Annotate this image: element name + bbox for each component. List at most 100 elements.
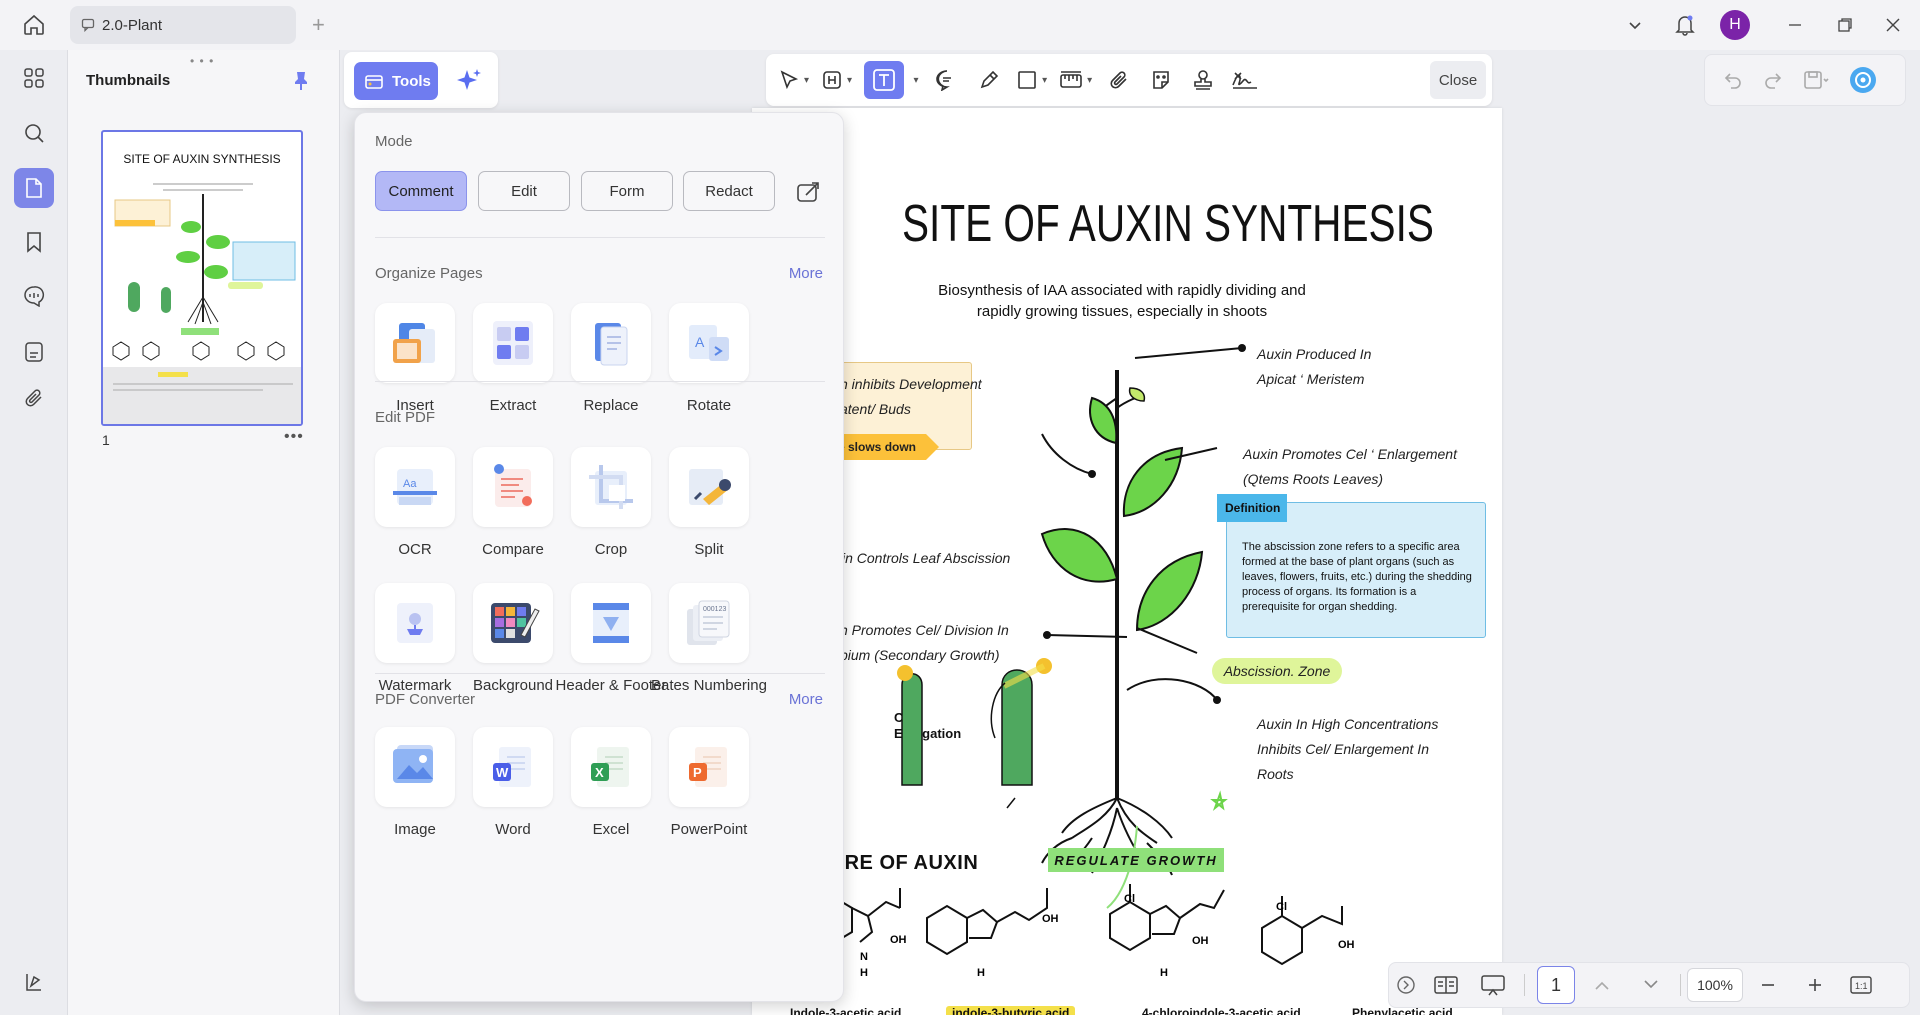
organize-pages-title: Organize Pages bbox=[375, 265, 483, 282]
more-options-button[interactable]: ••• bbox=[284, 428, 304, 446]
text-tool[interactable] bbox=[864, 61, 905, 99]
organize-more-link[interactable]: More bbox=[789, 265, 823, 282]
drag-handle[interactable]: • • • bbox=[190, 54, 214, 68]
ai-assistant-icon[interactable] bbox=[1849, 66, 1877, 94]
pen-icon bbox=[978, 69, 1000, 91]
shape-tool[interactable]: ▾ bbox=[1016, 61, 1047, 99]
zoom-in-icon[interactable] bbox=[1793, 977, 1837, 993]
document-tab[interactable]: 2.0-Plant bbox=[70, 6, 296, 44]
select-tool[interactable]: ▾ bbox=[778, 61, 809, 99]
page-icon bbox=[24, 177, 44, 199]
extract-pages-icon bbox=[485, 315, 541, 371]
rail-forms[interactable] bbox=[14, 332, 54, 372]
bell-icon[interactable] bbox=[1670, 8, 1700, 42]
pen-tool[interactable] bbox=[974, 61, 1004, 99]
pin-icon[interactable] bbox=[288, 68, 314, 94]
rail-attachments[interactable] bbox=[14, 378, 54, 418]
minimize-button[interactable] bbox=[1780, 8, 1810, 42]
zoom-level[interactable]: 100% bbox=[1687, 968, 1743, 1002]
highlight-icon bbox=[821, 69, 843, 91]
mode-comment-button[interactable]: Comment bbox=[375, 171, 467, 211]
tools-button[interactable]: Tools bbox=[354, 62, 438, 100]
svg-text:W: W bbox=[496, 765, 509, 780]
bookmark-icon bbox=[25, 231, 43, 253]
grid-icon bbox=[23, 67, 45, 89]
svg-text:X: X bbox=[595, 765, 604, 780]
rotate-icon: A bbox=[681, 315, 737, 371]
sticker-tool[interactable] bbox=[1146, 61, 1176, 99]
user-avatar[interactable]: H bbox=[1718, 8, 1752, 42]
rail-bookmarks[interactable] bbox=[14, 222, 54, 262]
tool-bates-numbering[interactable]: 000123 Bates Numbering bbox=[649, 583, 769, 696]
thumbnail-preview bbox=[103, 183, 301, 424]
rail-search[interactable] bbox=[14, 113, 54, 153]
rail-thumbnails[interactable] bbox=[14, 168, 54, 208]
undo-icon[interactable] bbox=[1723, 70, 1743, 90]
svg-text:Aa: Aa bbox=[403, 478, 417, 490]
expand-arrow-icon[interactable] bbox=[1389, 976, 1423, 994]
presentation-icon[interactable] bbox=[1469, 974, 1517, 996]
tools-label: Tools bbox=[392, 72, 431, 90]
mode-redact-button[interactable]: Redact bbox=[683, 171, 775, 211]
signature-tool[interactable] bbox=[1230, 61, 1260, 99]
powerpoint-icon: P bbox=[681, 739, 737, 795]
pdf-page[interactable]: SITE OF AUXIN SYNTHESIS Biosynthesis of … bbox=[752, 108, 1502, 1015]
oh-label: OH bbox=[1042, 913, 1059, 925]
redo-icon[interactable] bbox=[1763, 70, 1783, 90]
tool-powerpoint[interactable]: P PowerPoint bbox=[649, 727, 769, 840]
tool-rotate[interactable]: A Rotate bbox=[649, 303, 769, 416]
pdf-converter-title: PDF Converter bbox=[375, 691, 476, 708]
new-tab-button[interactable]: + bbox=[312, 12, 325, 38]
page-layout-icon[interactable] bbox=[1423, 975, 1469, 995]
actual-size-icon[interactable]: 1:1 bbox=[1837, 976, 1885, 994]
svg-text:1:1: 1:1 bbox=[1855, 981, 1868, 991]
word-icon: W bbox=[485, 739, 541, 795]
close-window-button[interactable] bbox=[1878, 8, 1908, 42]
mode-edit-button[interactable]: Edit bbox=[478, 171, 570, 211]
n-label: N bbox=[860, 951, 868, 963]
sidebar-toggle-icon[interactable] bbox=[14, 962, 54, 1002]
ai-sparkle-icon[interactable] bbox=[454, 66, 484, 96]
external-link-icon[interactable] bbox=[795, 179, 821, 205]
title-bar: 2.0-Plant + H bbox=[0, 0, 1920, 50]
home-icon[interactable] bbox=[18, 10, 50, 40]
page-navigation-bar: 1 100% 1:1 bbox=[1388, 962, 1910, 1008]
next-page-icon[interactable] bbox=[1629, 979, 1673, 991]
save-icon[interactable] bbox=[1803, 70, 1829, 90]
comment-tool[interactable] bbox=[932, 61, 962, 99]
stamp-tool[interactable] bbox=[1188, 61, 1218, 99]
speech-bubble-icon bbox=[935, 69, 959, 91]
text-tool-options[interactable]: ▾ bbox=[908, 61, 920, 99]
previous-page-icon[interactable] bbox=[1575, 979, 1629, 991]
annotation-toolbar: ▾ ▾ ▾ ▾ ▾ Close bbox=[766, 54, 1492, 106]
tools-bar: Tools bbox=[344, 52, 498, 108]
page-thumbnail[interactable]: SITE OF AUXIN SYNTHESIS bbox=[101, 130, 303, 426]
close-toolbar-button[interactable]: Close bbox=[1430, 61, 1486, 99]
chevron-down-icon: ▾ bbox=[1042, 74, 1048, 86]
rail-apps[interactable] bbox=[14, 58, 54, 98]
h-label: H bbox=[860, 967, 868, 979]
rail-comments[interactable] bbox=[14, 276, 54, 316]
restore-button[interactable] bbox=[1830, 8, 1860, 42]
molecule-name: Indole-3-acetic acid bbox=[790, 1006, 902, 1015]
insert-pages-icon bbox=[387, 315, 443, 371]
comment-icon bbox=[80, 17, 96, 33]
converter-more-link[interactable]: More bbox=[789, 691, 823, 708]
svg-text:A: A bbox=[695, 334, 705, 350]
zoom-out-icon[interactable] bbox=[1743, 977, 1793, 993]
text-icon bbox=[872, 68, 896, 92]
chevron-down-icon[interactable] bbox=[1620, 8, 1650, 42]
page-number-input[interactable]: 1 bbox=[1537, 966, 1575, 1004]
separator bbox=[1673, 974, 1687, 996]
tool-split[interactable]: Split bbox=[649, 447, 769, 560]
h-label: H bbox=[977, 967, 985, 979]
attach-tool[interactable] bbox=[1104, 61, 1134, 99]
chevron-down-icon: ▾ bbox=[1087, 74, 1093, 86]
form-icon bbox=[24, 341, 44, 363]
divider bbox=[375, 673, 825, 674]
measure-tool[interactable]: ▾ bbox=[1059, 61, 1092, 99]
mode-form-button[interactable]: Form bbox=[581, 171, 673, 211]
tool-label: PowerPoint bbox=[670, 821, 748, 838]
h-label: H bbox=[1160, 967, 1168, 979]
highlight-tool[interactable]: ▾ bbox=[821, 61, 852, 99]
